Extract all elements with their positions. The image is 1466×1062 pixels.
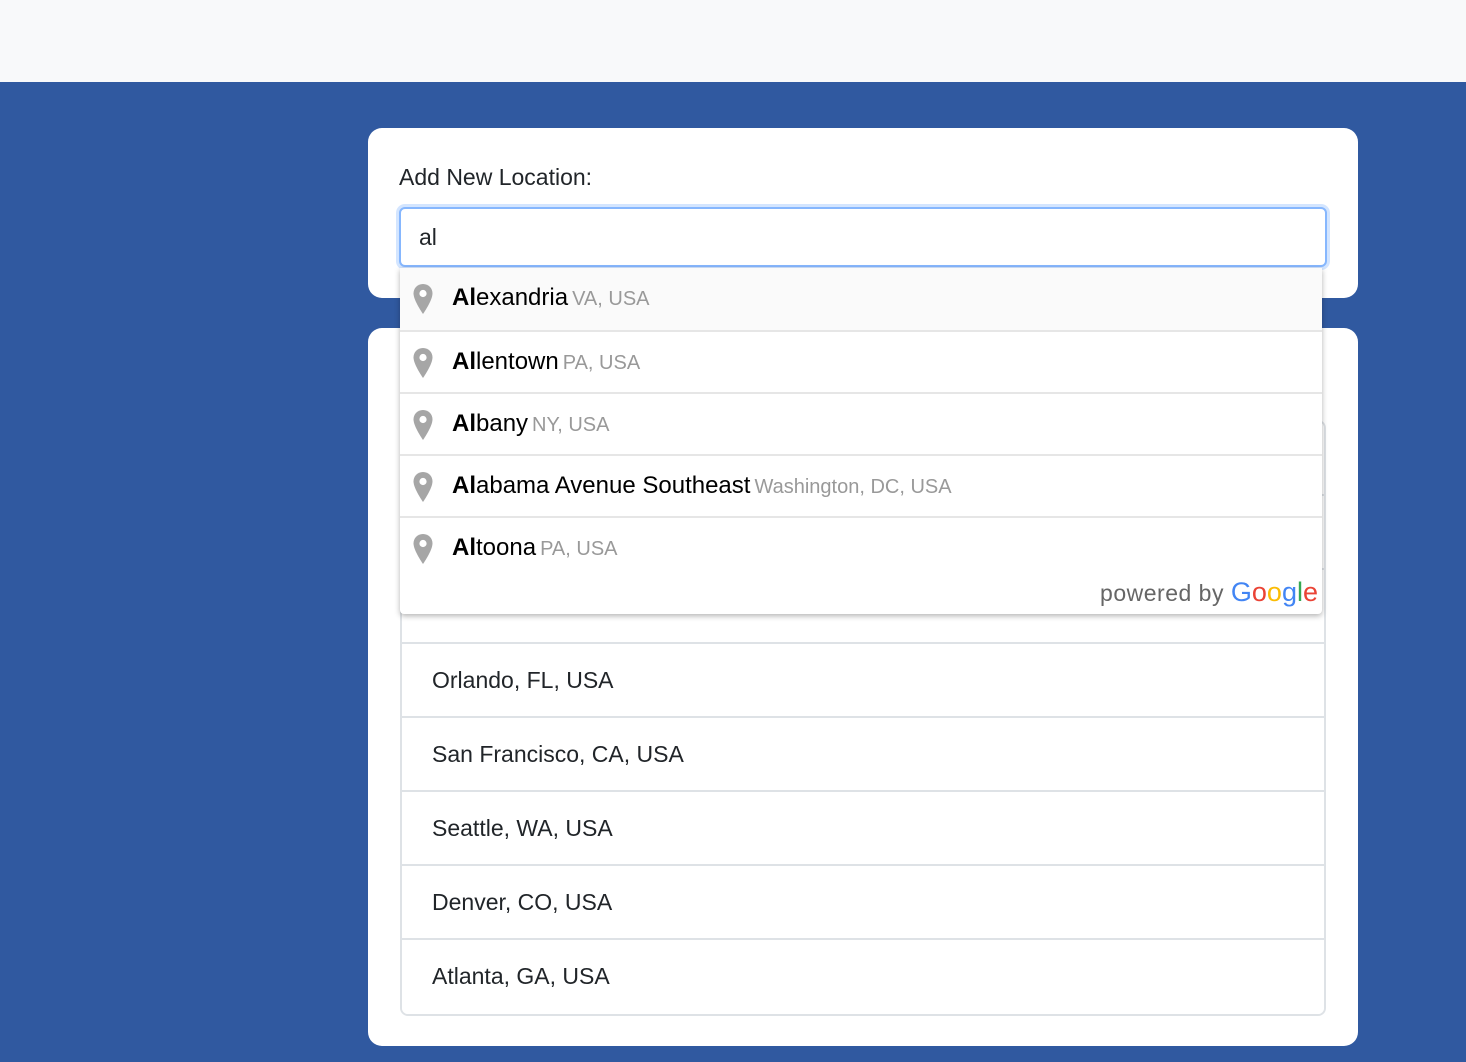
suggestion-main-text: bany xyxy=(476,410,529,437)
suggestion-secondary-text: Washington, DC, USA xyxy=(754,476,952,498)
suggestion-secondary-text: NY, USA xyxy=(532,414,610,436)
location-list-item[interactable]: Denver, CO, USA xyxy=(402,866,1324,940)
suggestion-match: Al xyxy=(452,534,476,561)
powered-by-text: powered by xyxy=(1100,580,1224,606)
suggestion-secondary-text: PA, USA xyxy=(562,352,641,374)
suggestion-match: Al xyxy=(452,410,476,437)
google-logo: Google xyxy=(1230,577,1318,607)
map-pin-icon xyxy=(413,348,433,378)
map-pin-icon xyxy=(413,534,433,564)
suggestion-main-text: abama Avenue Southeast xyxy=(476,472,751,499)
location-search-input[interactable] xyxy=(399,207,1327,267)
location-list-item[interactable]: Orlando, FL, USA xyxy=(402,644,1324,718)
suggestion-match: Al xyxy=(452,284,476,311)
autocomplete-suggestion[interactable]: Altoona PA, USA xyxy=(400,516,1322,578)
suggestion-main-text: lentown xyxy=(476,348,559,375)
autocomplete-suggestion[interactable]: Allentown PA, USA xyxy=(400,330,1322,392)
location-list-item[interactable]: Atlanta, GA, USA xyxy=(402,940,1324,1014)
suggestion-main-text: exandria xyxy=(476,284,569,311)
suggestion-match: Al xyxy=(452,348,476,375)
autocomplete-dropdown: Alexandria VA, USA Allentown PA, USA Alban… xyxy=(400,268,1322,614)
location-list-item[interactable]: Seattle, WA, USA xyxy=(402,792,1324,866)
autocomplete-suggestion[interactable]: Alexandria VA, USA xyxy=(400,268,1322,330)
autocomplete-suggestion[interactable]: Albany NY, USA xyxy=(400,392,1322,454)
suggestion-secondary-text: VA, USA xyxy=(572,288,650,310)
add-location-label: Add New Location: xyxy=(399,164,593,190)
powered-by-google: powered by Google xyxy=(1100,577,1318,608)
suggestion-match: Al xyxy=(452,472,476,499)
suggestion-secondary-text: PA, USA xyxy=(540,538,618,560)
map-pin-icon xyxy=(413,472,433,502)
top-navbar xyxy=(0,0,1466,82)
map-pin-icon xyxy=(413,284,433,314)
suggestion-main-text: toona xyxy=(476,534,537,561)
location-list-item[interactable]: San Francisco, CA, USA xyxy=(402,718,1324,792)
autocomplete-suggestion[interactable]: Alabama Avenue Southeast Washington, DC, … xyxy=(400,454,1322,516)
map-pin-icon xyxy=(413,410,433,440)
